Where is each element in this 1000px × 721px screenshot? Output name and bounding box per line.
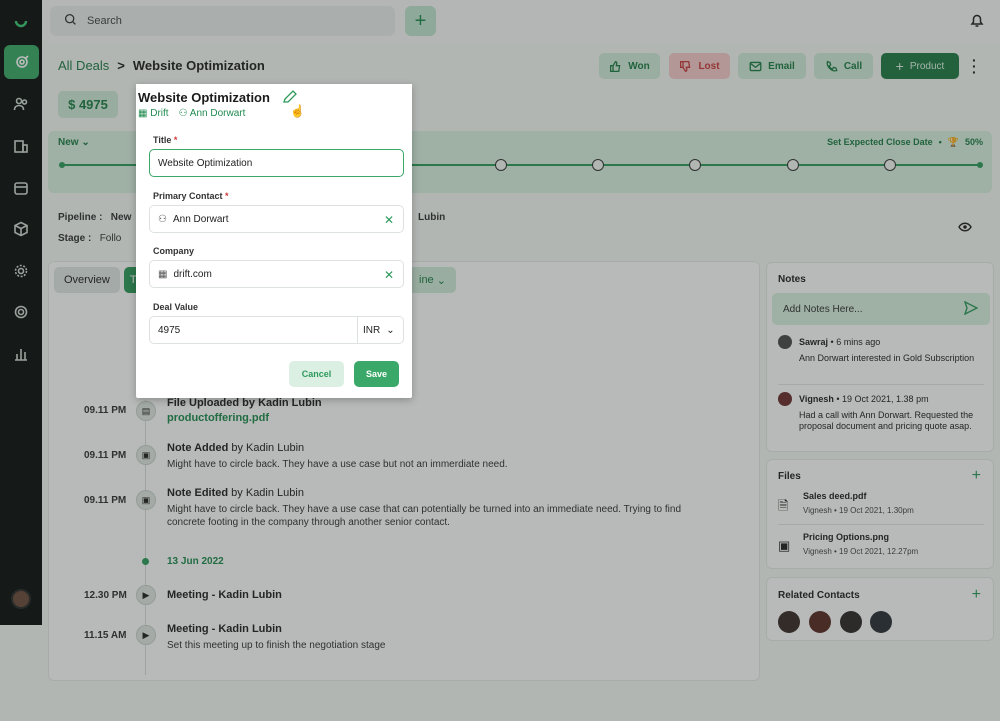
title-label: Title * — [153, 135, 178, 145]
primary-contact-field[interactable]: ⚇ Ann Dorwart ✕ — [149, 205, 404, 233]
save-button[interactable]: Save — [354, 361, 399, 387]
deal-value-input[interactable]: 4975 — [150, 325, 357, 336]
company-tag[interactable]: ▦ Drift — [138, 108, 169, 119]
edit-deal-modal: Website Optimization ☝ ▦ Drift ⚇ Ann Dor… — [136, 84, 412, 398]
deal-value-label: Deal Value — [153, 302, 199, 312]
building-icon: ▦ — [138, 108, 148, 119]
modal-title: Website Optimization — [138, 90, 270, 105]
clear-company-icon[interactable]: ✕ — [384, 268, 394, 282]
contact-tag[interactable]: ⚇ Ann Dorwart — [179, 108, 246, 119]
person-icon: ⚇ — [178, 108, 188, 119]
company-label: Company — [153, 246, 195, 256]
company-value: drift.com — [173, 268, 212, 280]
deal-value-field: 4975 INR ⌄ — [149, 316, 404, 344]
title-input[interactable]: Website Optimization — [149, 149, 404, 177]
cursor-hand-icon: ☝ — [290, 104, 305, 118]
chevron-down-icon: ⌄ — [386, 324, 395, 336]
building-icon: ▦ — [158, 268, 168, 280]
primary-contact-value: Ann Dorwart — [172, 213, 229, 225]
modal-header: Website Optimization ☝ ▦ Drift ⚇ Ann Dor… — [136, 84, 412, 122]
contacts-icon: ⚇ — [158, 213, 167, 225]
clear-contact-icon[interactable]: ✕ — [384, 213, 394, 227]
cancel-button[interactable]: Cancel — [289, 361, 344, 387]
currency-select[interactable]: INR ⌄ — [357, 317, 395, 343]
company-field[interactable]: ▦ drift.com ✕ — [149, 260, 404, 288]
primary-contact-label: Primary Contact * — [153, 191, 229, 201]
modal-subtitle: ▦ Drift ⚇ Ann Dorwart — [138, 108, 245, 119]
